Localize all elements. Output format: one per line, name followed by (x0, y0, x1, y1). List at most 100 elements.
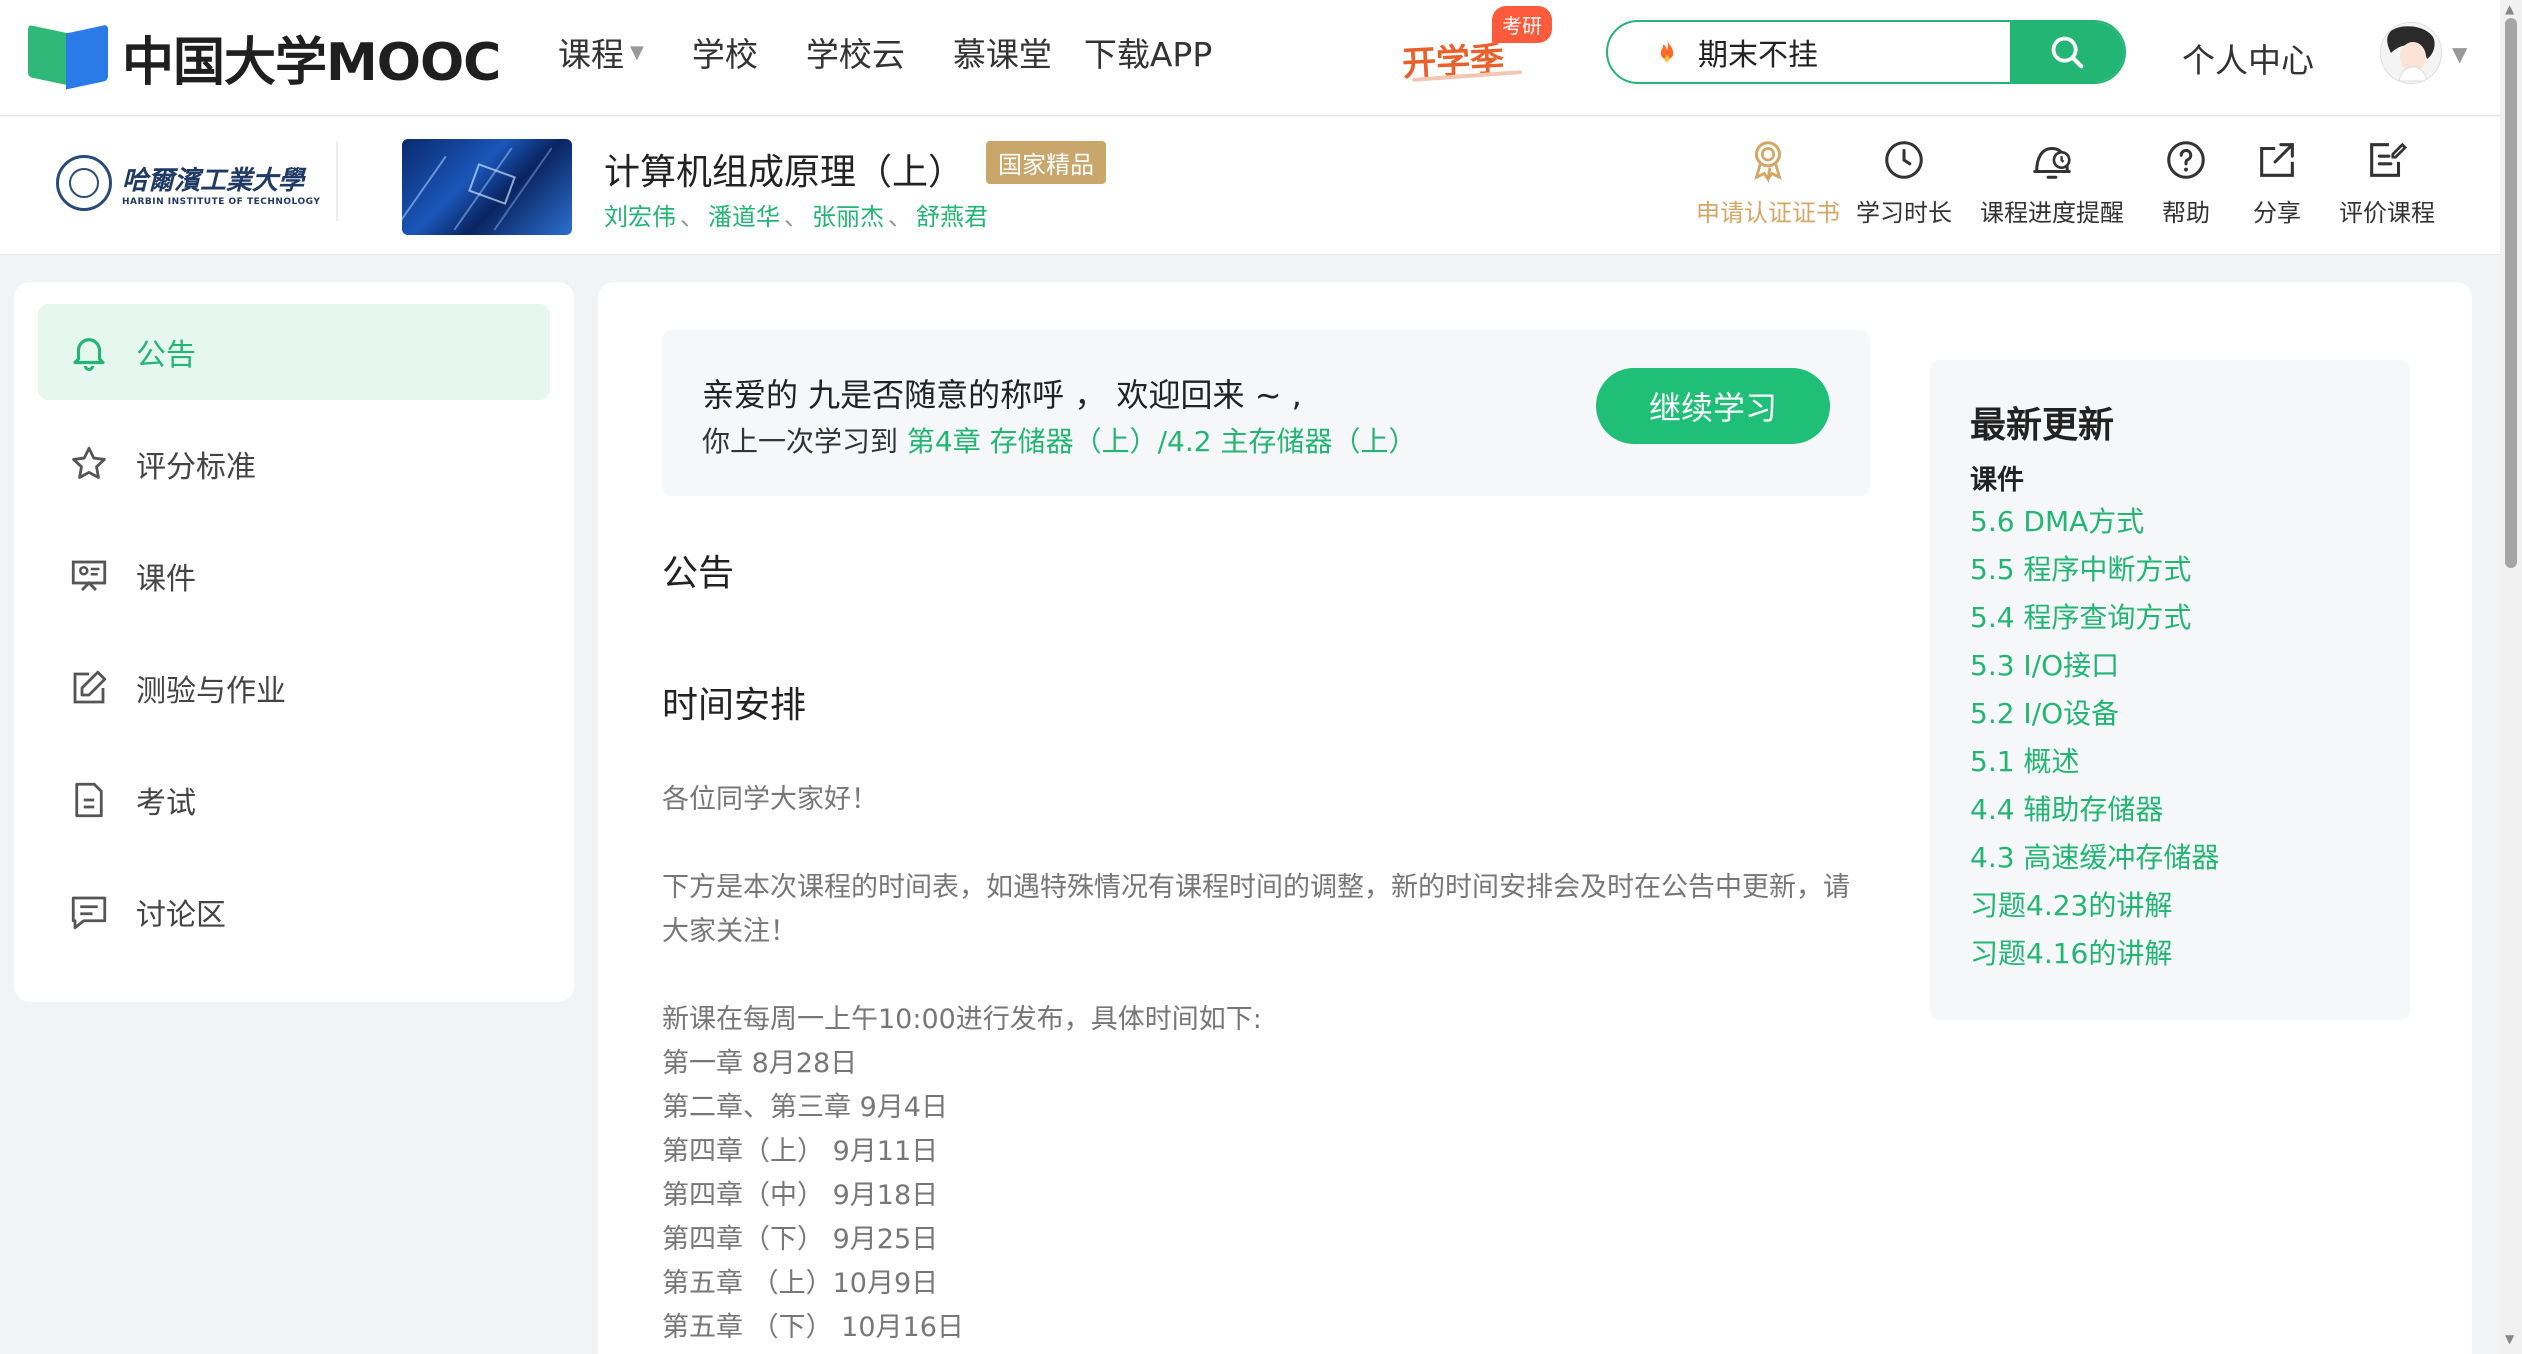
discussion-icon (71, 896, 107, 930)
sidebar-item-quizzes[interactable]: 测验与作业 (38, 640, 550, 736)
share-button[interactable]: 分享 (2230, 137, 2324, 228)
avatar-image-icon (2381, 23, 2441, 83)
teacher-link[interactable]: 潘道华 (708, 203, 780, 231)
sidebar-item-label: 考试 (136, 786, 196, 821)
schedule-item: 第四章（上） 9月11日 (662, 1136, 939, 1167)
nav-label: 下载APP (1083, 35, 1213, 74)
courseware-icon (71, 560, 107, 591)
nav-label: 课程 (558, 35, 624, 74)
teacher-link[interactable]: 张丽杰 (812, 203, 884, 231)
separator: 、 (680, 203, 704, 231)
latest-updates-subtitle: 课件 (1970, 465, 2024, 496)
schedule-item: 第二章、第三章 9月4日 (662, 1092, 948, 1123)
announcement-intro: 下方是本次课程的时间表，如遇特殊情况有课程时间的调整，新的时间安排会及时在公告中… (662, 872, 1850, 947)
update-item-link[interactable]: 4.4 辅助存储器 (1970, 788, 2163, 828)
divider (336, 141, 338, 221)
nav-label: 学校云 (805, 35, 905, 74)
nav-item-school-cloud[interactable]: 学校云 (806, 28, 905, 76)
update-item-link[interactable]: 5.2 I/O设备 (1970, 692, 2119, 732)
star-icon (72, 446, 106, 479)
sidebar-item-grading[interactable]: 评分标准 (38, 416, 550, 512)
reminder-icon (2033, 146, 2071, 179)
schedule-item: 第一章 8月28日 (662, 1048, 858, 1079)
tool-label: 课程进度提醒 (1980, 199, 2124, 227)
schedule-item: 第五章 （下） 10月16日 (662, 1312, 964, 1343)
scroll-down-icon[interactable]: ▼ (2505, 1332, 2514, 1346)
help-button[interactable]: 帮助 (2142, 137, 2230, 228)
sidebar-item-label: 评分标准 (136, 450, 256, 485)
share-icon (2260, 143, 2294, 177)
schedule-intro: 新课在每周一上午10:00进行发布，具体时间如下: (662, 1004, 1262, 1035)
sidebar-item-courseware[interactable]: 课件 (38, 528, 550, 624)
personal-center-link[interactable]: 个人中心 (2182, 34, 2314, 82)
progress-reminder-button[interactable]: 课程进度提醒 (1962, 137, 2142, 228)
tool-label: 帮助 (2162, 199, 2210, 227)
update-item-link[interactable]: 5.6 DMA方式 (1970, 500, 2144, 540)
course-tools: 申请认证证书 学习时长 课程进度提醒 帮助 分享 评价课程 (1690, 137, 2450, 228)
sidebar-item-announcements[interactable]: 公告 (38, 304, 550, 400)
search-input[interactable]: 期末不挂 (1698, 30, 2010, 74)
apply-certificate-button[interactable]: 申请认证证书 (1690, 137, 1846, 228)
site-logo[interactable]: 中国大学MOOC (28, 20, 501, 95)
avatar[interactable] (2380, 22, 2442, 84)
last-study-link[interactable]: 第4章 存储器（上）/4.2 主存储器（上） (907, 425, 1417, 458)
chevron-down-icon: ▼ (630, 41, 644, 63)
promo-banner[interactable]: 开学季 考研 (1398, 6, 1568, 86)
update-item-link[interactable]: 习题4.23的讲解 (1970, 884, 2172, 924)
nav-item-download-app[interactable]: 下载APP (1084, 28, 1212, 76)
top-header: 中国大学MOOC 课程 ▼ 学校 学校云 慕课堂 下载APP 开学季 考研 期末… (0, 0, 2500, 116)
schedule-item: 第四章（中） 9月18日 (662, 1180, 939, 1211)
teacher-link[interactable]: 舒燕君 (916, 203, 988, 231)
sidebar-item-discussion[interactable]: 讨论区 (38, 864, 550, 960)
schedule-item: 第四章（下） 9月25日 (662, 1224, 939, 1255)
exam-icon (75, 782, 103, 818)
sidebar-item-label: 课件 (136, 562, 196, 597)
review-course-button[interactable]: 评价课程 (2324, 137, 2450, 228)
announcement-greeting: 各位同学大家好！ (662, 784, 878, 815)
course-thumbnail (402, 139, 572, 235)
sidebar-item-exam[interactable]: 考试 (38, 752, 550, 848)
tool-label: 分享 (2253, 199, 2301, 227)
update-item-link[interactable]: 4.3 高速缓冲存储器 (1970, 836, 2219, 876)
logo-text: 中国大学MOOC (122, 33, 501, 93)
nav-item-courses[interactable]: 课程 ▼ (558, 28, 644, 76)
teacher-link[interactable]: 刘宏伟 (604, 203, 676, 231)
latest-updates-panel: 最新更新 课件 5.6 DMA方式 5.5 程序中断方式 5.4 程序查询方式 … (1930, 360, 2410, 1020)
scroll-up-icon[interactable]: ▲ (2505, 2, 2514, 16)
latest-updates-title: 最新更新 (1970, 405, 2115, 446)
nav-item-mooc-classroom[interactable]: 慕课堂 (953, 28, 1052, 76)
school-name-cn: 哈爾濱工業大學 (122, 165, 305, 196)
bell-icon (73, 338, 105, 372)
clock-icon (1885, 141, 1923, 179)
mooc-logo-icon (28, 24, 108, 91)
update-item-link[interactable]: 5.1 概述 (1970, 740, 2079, 780)
update-item-link[interactable]: 5.5 程序中断方式 (1970, 548, 2191, 588)
update-item-link[interactable]: 5.4 程序查询方式 (1970, 596, 2191, 636)
school-seal-icon (56, 155, 112, 211)
course-teachers: 刘宏伟、潘道华、张丽杰、舒燕君 (604, 197, 988, 232)
search-button[interactable] (2010, 22, 2124, 82)
review-icon (2370, 142, 2408, 177)
update-item-link[interactable]: 5.3 I/O接口 (1970, 644, 2119, 684)
tool-label: 评价课程 (2339, 199, 2435, 227)
tool-label: 申请认证证书 (1696, 199, 1840, 227)
search-icon (2051, 36, 2084, 69)
national-quality-badge: 国家精品 (986, 141, 1106, 184)
separator: 、 (784, 203, 808, 231)
course-sidebar: 公告 评分标准 课件 测验与作业 考试 讨论区 (14, 282, 574, 1002)
page-scrollbar[interactable]: ▲ ▼ (2500, 0, 2522, 1354)
sidebar-item-label: 测验与作业 (136, 674, 286, 709)
sidebar-item-label: 公告 (136, 338, 196, 373)
continue-learning-button[interactable]: 继续学习 (1596, 368, 1830, 444)
update-item-link[interactable]: 习题4.16的讲解 (1970, 932, 2172, 972)
flame-icon (1660, 39, 1674, 62)
school-logo[interactable]: 哈爾濱工業大學 HARBIN INSTITUTE OF TECHNOLOGY (56, 155, 320, 211)
study-time-button[interactable]: 学习时长 (1846, 137, 1962, 228)
nav-label: 学校 (691, 35, 758, 74)
nav-item-schools[interactable]: 学校 (692, 28, 758, 76)
schedule-item: 第五章 （上）10月9日 (662, 1268, 939, 1299)
chevron-down-icon[interactable]: ▼ (2452, 42, 2467, 66)
certificate-icon (1754, 141, 1782, 183)
scrollbar-thumb[interactable] (2505, 18, 2517, 568)
course-header: 哈爾濱工業大學 HARBIN INSTITUTE OF TECHNOLOGY 计… (0, 117, 2500, 255)
